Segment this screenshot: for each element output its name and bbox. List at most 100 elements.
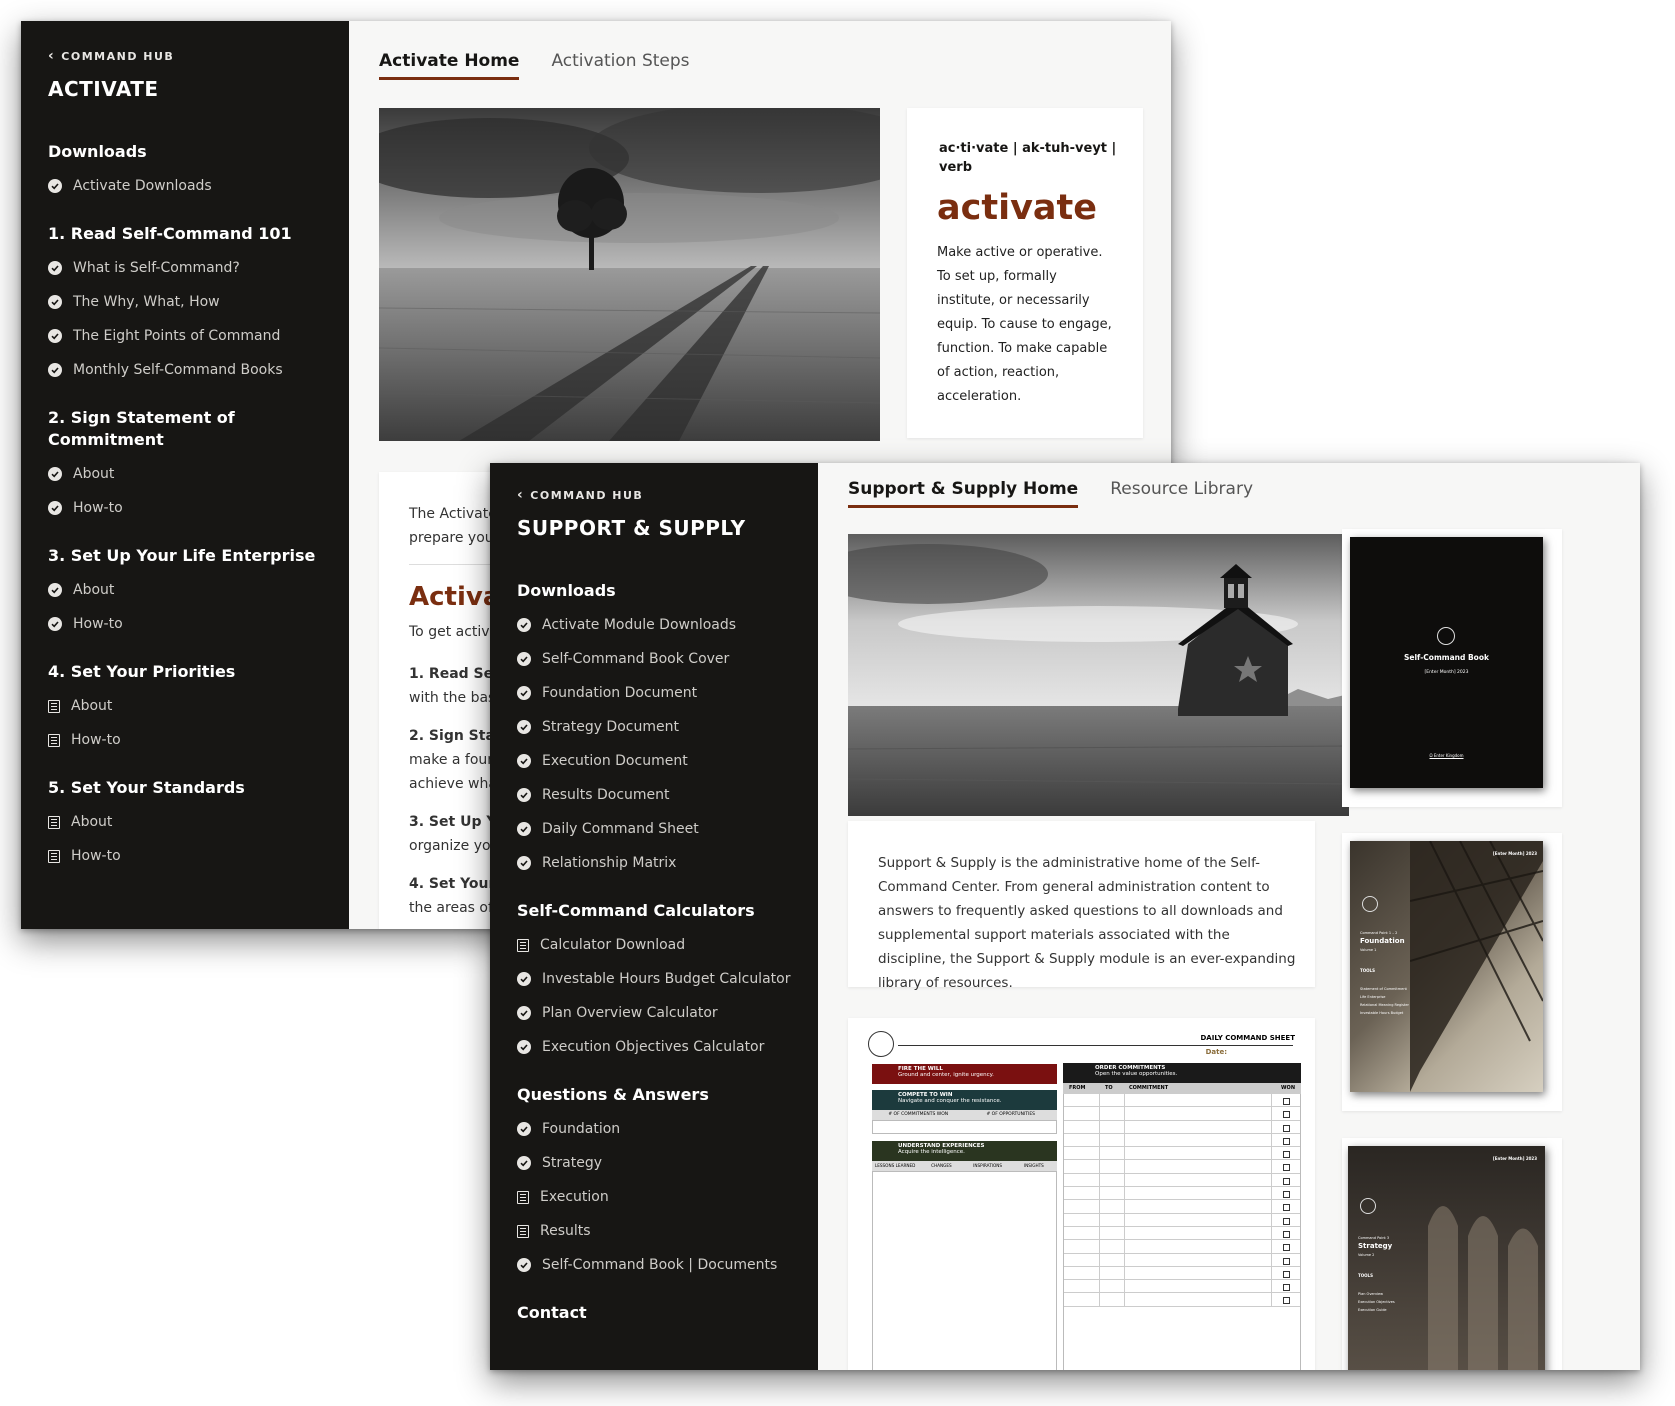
nav-item-label: Plan Overview Calculator	[542, 1005, 718, 1021]
check-circle-icon	[517, 788, 531, 802]
self-command-book-cover: Self-Command Book [Enter Month] 2023 Ω E…	[1350, 537, 1543, 788]
row-divider	[1124, 1293, 1125, 1306]
sheet-header-line	[898, 1045, 1293, 1046]
document-icon	[48, 849, 60, 863]
nav-item[interactable]: About	[48, 463, 349, 485]
nav-item-label: Foundation	[542, 1121, 621, 1137]
nav-item[interactable]: Execution Document	[517, 750, 818, 772]
checkbox-icon[interactable]	[1283, 1297, 1290, 1305]
nav-item[interactable]: What is Self-Command?	[48, 257, 349, 279]
nav-item[interactable]: Foundation Document	[517, 682, 818, 704]
checkbox-icon[interactable]	[1283, 1257, 1290, 1265]
nav-item-label: Calculator Download	[540, 937, 686, 953]
nav-section: Downloads Activate Module Downloads Self-C…	[517, 580, 818, 874]
module-title: SUPPORT & SUPPLY	[517, 516, 746, 540]
tab-activate-home[interactable]: Activate Home	[379, 51, 520, 80]
row-divider	[1124, 1187, 1125, 1200]
nav-item[interactable]: Execution	[517, 1186, 818, 1208]
checkbox-icon[interactable]	[1283, 1230, 1290, 1238]
activate-sidebar: ‹ COMMAND HUB ACTIVATE Downloads Activate…	[21, 21, 349, 929]
nav-item[interactable]: Strategy	[517, 1152, 818, 1174]
order-commitments-section: ORDER COMMITMENTS Open the value opportun…	[1063, 1063, 1301, 1083]
book-title: Self-Command Book	[1404, 653, 1489, 662]
book-cover-card-2[interactable]: [Enter Month] 2023 Command Point 1 – 2 F…	[1342, 833, 1562, 1111]
checkbox-icon[interactable]	[1283, 1244, 1290, 1252]
nav-item-label: Execution Objectives Calculator	[542, 1039, 765, 1055]
nav-item[interactable]: How-to	[48, 613, 349, 635]
command-hub-back-link[interactable]: ‹ COMMAND HUB	[517, 488, 818, 502]
nav-item[interactable]: Daily Command Sheet	[517, 818, 818, 840]
nav-section-title: Downloads	[517, 581, 616, 600]
nav-item[interactable]: Foundation	[517, 1118, 818, 1140]
nav-item[interactable]: About	[48, 579, 349, 601]
row-divider	[1099, 1147, 1100, 1160]
tab-activation-steps[interactable]: Activation Steps	[551, 51, 689, 80]
row-divider	[1271, 1107, 1272, 1120]
nav-item[interactable]: How-to	[48, 497, 349, 519]
checkbox-icon[interactable]	[1283, 1164, 1290, 1172]
checkbox-icon[interactable]	[1283, 1111, 1290, 1119]
compete-col: # OF COMMITMENTS WON	[888, 1112, 949, 1117]
step-text: achieve wha	[409, 776, 497, 792]
checkbox-icon[interactable]	[1283, 1191, 1290, 1199]
book-title: Foundation	[1360, 937, 1405, 945]
document-icon	[48, 815, 60, 829]
support-sidebar: ‹ COMMAND HUB SUPPORT & SUPPLY Downloads…	[490, 463, 818, 1370]
tab-resource-library[interactable]: Resource Library	[1110, 479, 1253, 508]
row-divider	[1271, 1280, 1272, 1293]
nav-item[interactable]: Monthly Self-Command Books	[48, 359, 349, 381]
nav-section: 3. Set Up Your Life Enterprise About How-t…	[48, 545, 349, 635]
book-cover-card-1[interactable]: Self-Command Book [Enter Month] 2023 Ω E…	[1342, 529, 1562, 807]
understand-experiences-section: UNDERSTAND EXPERIENCES Acquire the intell…	[872, 1141, 1057, 1161]
daily-command-sheet-preview[interactable]: DAILY COMMAND SHEET Date: FIRE THE WILL G…	[848, 1018, 1315, 1370]
checkbox-icon[interactable]	[1283, 1151, 1290, 1159]
nav-item[interactable]: Relationship Matrix	[517, 852, 818, 874]
sheet-title: DAILY COMMAND SHEET	[1200, 1034, 1296, 1042]
nav-item-label: Foundation Document	[542, 685, 698, 701]
checkbox-icon[interactable]	[1283, 1098, 1290, 1105]
nav-item-label: Execution Document	[542, 753, 688, 769]
nav-item[interactable]: Activate Downloads	[48, 175, 349, 197]
check-circle-icon	[517, 618, 531, 632]
nav-item[interactable]: How-to	[48, 729, 349, 751]
book-series: Command Point 3	[1358, 1236, 1390, 1240]
row-divider	[1271, 1226, 1272, 1240]
nav-item[interactable]: Investable Hours Budget Calculator	[517, 968, 818, 990]
nav-item[interactable]: Results Document	[517, 784, 818, 806]
row-divider	[1124, 1240, 1125, 1253]
checkbox-icon[interactable]	[1283, 1124, 1290, 1132]
nav-item[interactable]: Calculator Download	[517, 934, 818, 956]
step-text: make a four-	[409, 752, 498, 768]
nav-item[interactable]: Self-Command Book | Documents	[517, 1254, 818, 1276]
checkbox-icon[interactable]	[1283, 1204, 1290, 1212]
book-cover-card-3[interactable]: [Enter Month] 2023 Command Point 3 Strat…	[1342, 1138, 1562, 1370]
table-row	[1064, 1266, 1300, 1281]
check-circle-icon	[517, 1040, 531, 1054]
nav-item[interactable]: The Why, What, How	[48, 291, 349, 313]
checkbox-icon[interactable]	[1283, 1137, 1290, 1145]
nav-item[interactable]: How-to	[48, 845, 349, 867]
nav-item[interactable]: About	[48, 695, 349, 717]
checkbox-icon[interactable]	[1283, 1177, 1290, 1185]
command-hub-back-link[interactable]: ‹ COMMAND HUB	[48, 49, 349, 63]
nav-item[interactable]: Self-Command Book Cover	[517, 648, 818, 670]
nav-item[interactable]: Plan Overview Calculator	[517, 1002, 818, 1024]
check-circle-icon	[517, 822, 531, 836]
compass-logo-icon	[1360, 1198, 1376, 1214]
checkbox-icon[interactable]	[1283, 1284, 1290, 1292]
row-divider	[1099, 1133, 1100, 1147]
definition-card: ac·ti·vate | ak-tuh-veyt | verb activate…	[907, 108, 1143, 438]
row-divider	[1099, 1107, 1100, 1120]
nav-item[interactable]: Results	[517, 1220, 818, 1242]
row-divider	[1271, 1266, 1272, 1280]
understand-col: LESSONS LEARNED	[874, 1163, 916, 1168]
checkbox-icon[interactable]	[1283, 1217, 1290, 1225]
checkbox-icon[interactable]	[1283, 1270, 1290, 1278]
nav-item[interactable]: Strategy Document	[517, 716, 818, 738]
tab-support-home[interactable]: Support & Supply Home	[848, 479, 1079, 508]
nav-item[interactable]: The Eight Points of Command	[48, 325, 349, 347]
nav-item[interactable]: Activate Module Downloads	[517, 614, 818, 636]
nav-item[interactable]: About	[48, 811, 349, 833]
nav-item[interactable]: Execution Objectives Calculator	[517, 1036, 818, 1058]
row-divider	[1124, 1173, 1125, 1187]
